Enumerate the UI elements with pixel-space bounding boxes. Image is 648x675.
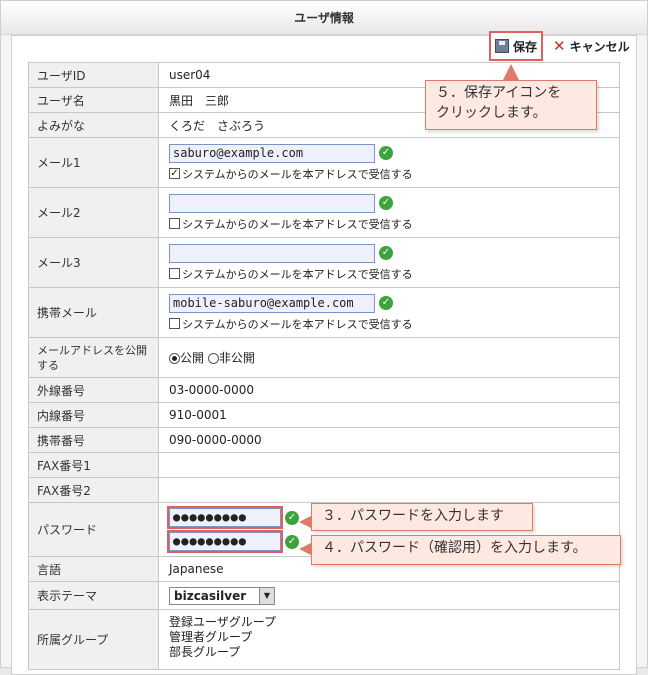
user-info-panel: ユーザ情報 保存 ✕ キャンセル ユーザID user04 ユーザ名 黒田 三郎…	[0, 0, 648, 675]
check-circle-icon: ✓	[379, 296, 393, 310]
table-row: 携帯番号 090-0000-0000	[28, 427, 620, 453]
checkbox-label: システムからのメールを本アドレスで受信する	[182, 317, 413, 331]
field-label: ユーザ名	[28, 87, 159, 113]
fax1-value	[158, 452, 620, 478]
public-radio[interactable]	[169, 353, 180, 364]
save-label: 保存	[513, 39, 538, 54]
table-row: メール2 ✓ システムからのメールを本アドレスで受信する	[28, 187, 620, 238]
table-row: FAX番号1	[28, 452, 620, 478]
table-row: メールアドレスを公開する 公開 非公開	[28, 337, 620, 378]
field-label: メール2	[28, 187, 159, 238]
password-input[interactable]: ●●●●●●●●●	[167, 506, 283, 529]
mail3-input[interactable]	[169, 243, 375, 263]
password-callout: ３．パスワードを入力します	[311, 503, 533, 531]
field-label: パスワード	[28, 502, 159, 557]
mail1-receive-checkbox[interactable]: ✓	[169, 168, 180, 179]
theme-select[interactable]: bizcasilver ▼	[169, 586, 275, 605]
callout-pointer	[299, 516, 311, 528]
checkbox-label: システムからのメールを本アドレスで受信する	[182, 167, 413, 181]
field-label: 表示テーマ	[28, 581, 159, 610]
field-label: よみがな	[28, 112, 159, 138]
check-circle-icon: ✓	[285, 534, 299, 549]
group-item: 部長グループ	[169, 645, 241, 659]
extension-value: 910-0001	[158, 402, 620, 428]
mail2-input[interactable]	[169, 193, 375, 213]
field-label: ユーザID	[28, 62, 159, 88]
table-row: 携帯メール mobile-saburo@example.com ✓ システムからの…	[28, 287, 620, 338]
table-row: FAX番号2	[28, 477, 620, 503]
radio-label: 非公開	[218, 351, 255, 365]
mail1-input[interactable]: saburo@example.com	[169, 143, 375, 163]
field-label: 所属グループ	[28, 609, 159, 670]
field-label: 内線番号	[28, 402, 159, 428]
radio-label: 公開	[180, 351, 205, 365]
field-label: メールアドレスを公開する	[28, 337, 159, 378]
confirm-callout: ４．パスワード（確認用）を入力します。	[311, 535, 621, 565]
field-label: FAX番号2	[28, 477, 159, 503]
checkbox-label: システムからのメールを本アドレスで受信する	[182, 217, 413, 231]
table-row: 外線番号 03-0000-0000	[28, 377, 620, 403]
user-form-table: ユーザID user04 ユーザ名 黒田 三郎 よみがな くろだ さぶろう メー…	[28, 62, 620, 670]
phone-value: 03-0000-0000	[158, 377, 620, 403]
checkbox-label: システムからのメールを本アドレスで受信する	[182, 267, 413, 281]
table-row: 所属グループ 登録ユーザグループ 管理者グループ 部長グループ	[28, 609, 620, 670]
mobile-phone-value: 090-0000-0000	[158, 427, 620, 453]
save-button[interactable]: 保存	[489, 31, 544, 61]
private-radio[interactable]	[207, 353, 219, 364]
check-circle-icon: ✓	[379, 246, 393, 260]
cancel-label: キャンセル	[569, 39, 630, 54]
field-label: メール1	[28, 137, 159, 188]
field-label: 言語	[28, 556, 159, 582]
mail2-receive-checkbox[interactable]	[169, 218, 180, 229]
cancel-button[interactable]: ✕ キャンセル	[553, 38, 630, 55]
save-callout: ５．保存アイコンを クリックします。	[425, 80, 597, 130]
password-confirm-input[interactable]: ●●●●●●●●●	[167, 530, 283, 553]
mail3-receive-checkbox[interactable]	[169, 268, 180, 279]
close-icon: ✕	[553, 36, 566, 55]
callout-pointer	[503, 64, 519, 80]
table-row: メール1 saburo@example.com ✓ ✓ システムからのメールを本アド…	[28, 137, 620, 188]
field-label: 外線番号	[28, 377, 159, 403]
check-circle-icon: ✓	[379, 146, 393, 160]
table-row: 内線番号 910-0001	[28, 402, 620, 428]
check-circle-icon: ✓	[379, 196, 393, 210]
floppy-disk-icon	[495, 39, 509, 53]
field-label: FAX番号1	[28, 452, 159, 478]
fax2-value	[158, 477, 620, 503]
mobile-mail-input[interactable]: mobile-saburo@example.com	[169, 293, 375, 313]
field-label: メール3	[28, 237, 159, 288]
mobile-mail-receive-checkbox[interactable]	[169, 318, 180, 329]
toolbar: 保存 ✕ キャンセル	[489, 31, 630, 61]
field-label: 携帯番号	[28, 427, 159, 453]
chevron-down-icon: ▼	[259, 587, 274, 604]
group-item: 管理者グループ	[169, 630, 253, 644]
field-label: 携帯メール	[28, 287, 159, 338]
table-row: メール3 ✓ システムからのメールを本アドレスで受信する	[28, 237, 620, 288]
group-item: 登録ユーザグループ	[169, 615, 277, 629]
table-row: 表示テーマ bizcasilver ▼	[28, 581, 620, 610]
panel-title: ユーザ情報	[1, 1, 647, 35]
callout-pointer	[299, 543, 311, 555]
check-circle-icon: ✓	[285, 510, 299, 525]
theme-selected-value: bizcasilver	[174, 588, 247, 603]
